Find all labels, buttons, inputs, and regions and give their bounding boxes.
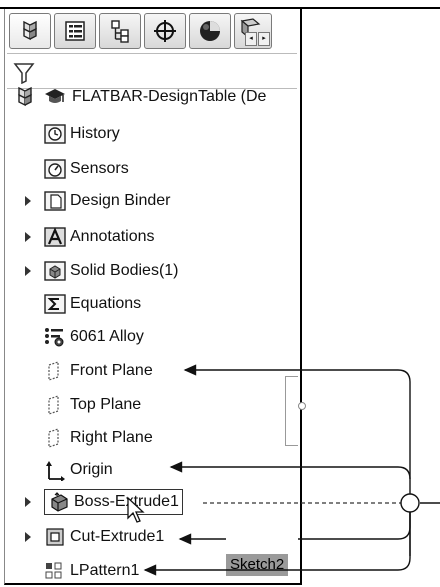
feature-manager-tab[interactable] xyxy=(9,13,51,49)
tree-item-label: LPattern1 xyxy=(70,562,140,579)
mouse-cursor-icon xyxy=(127,496,145,523)
annotations-icon xyxy=(44,226,66,248)
sketch2-callout-label: Sketch2 xyxy=(226,554,289,576)
tree-item-label: Equations xyxy=(70,295,142,312)
configuration-manager-tab[interactable] xyxy=(99,13,141,49)
tree-item-material[interactable]: 6061 Alloy xyxy=(44,322,144,352)
tree-item-right-plane[interactable]: Right Plane xyxy=(44,423,153,453)
tree-item-label: Cut-Extrude1 xyxy=(70,528,165,545)
property-manager-icon xyxy=(65,21,85,41)
tree-root-label: FLATBAR-DesignTable (De xyxy=(72,88,267,105)
boss-extrude-selection[interactable]: Boss-Extrude1 xyxy=(44,489,183,515)
panel-splitter-handle[interactable] xyxy=(298,402,306,410)
part-icon xyxy=(12,86,38,108)
expand-arrow-boss-extrude[interactable] xyxy=(25,497,31,507)
tree-item-design-binder[interactable]: Design Binder xyxy=(44,186,171,216)
callout-line-sketch2-to-junction xyxy=(298,512,411,540)
tree-item-sensors[interactable]: Sensors xyxy=(44,154,129,184)
tree-item-origin[interactable]: Origin xyxy=(44,455,113,485)
tree-root-part[interactable]: FLATBAR-DesignTable (De xyxy=(12,82,266,112)
tab-scroll-right-button[interactable]: ▸ xyxy=(258,32,270,46)
plane-icon xyxy=(44,427,66,449)
filter-icon[interactable] xyxy=(13,62,35,84)
tree-item-top-plane[interactable]: Top Plane xyxy=(44,390,141,420)
plane-icon xyxy=(44,360,66,382)
cut-extrude-icon xyxy=(44,526,66,548)
feature-manager-icon xyxy=(23,20,37,41)
property-manager-tab[interactable] xyxy=(54,13,96,49)
material-icon xyxy=(44,326,66,348)
tree-item-label: 6061 Alloy xyxy=(70,328,144,345)
linear-pattern-icon xyxy=(44,560,66,582)
tree-item-label: History xyxy=(70,125,120,142)
sensors-icon xyxy=(44,158,66,180)
tree-item-annotations[interactable]: Annotations xyxy=(44,222,155,252)
manager-tabs: ◂ ▸ xyxy=(9,13,272,49)
design-table-icon xyxy=(42,86,68,108)
tree-item-solid-bodies[interactable]: Solid Bodies(1) xyxy=(44,256,179,286)
tree-item-label: Sensors xyxy=(70,160,129,177)
expand-arrow-design-binder[interactable] xyxy=(25,196,31,206)
expand-arrow-solid-bodies[interactable] xyxy=(25,266,31,276)
tree-item-label: Annotations xyxy=(70,228,155,245)
tree-item-boss-extrude[interactable]: Boss-Extrude1 xyxy=(44,487,183,517)
expand-arrow-annotations[interactable] xyxy=(25,232,31,242)
tree-item-lpattern[interactable]: LPattern1 xyxy=(44,556,139,586)
history-icon xyxy=(44,123,66,145)
feature-manager-screenshot: ◂ ▸ FLATBAR-DesignTable (De History Sens… xyxy=(0,0,440,587)
display-manager-icon xyxy=(200,21,220,41)
tree-item-equations[interactable]: Equations xyxy=(44,289,141,319)
dimxpert-manager-icon xyxy=(154,20,176,42)
origin-icon xyxy=(44,459,66,481)
tree-item-label: Front Plane xyxy=(70,362,153,379)
tree-item-cut-extrude[interactable]: Cut-Extrude1 xyxy=(44,522,164,552)
tab-scroll-left-button[interactable]: ◂ xyxy=(245,32,257,46)
tree-item-label: Top Plane xyxy=(70,396,142,413)
panel-splitter-notch[interactable] xyxy=(285,376,298,446)
equations-icon xyxy=(44,293,66,315)
tree-item-history[interactable]: History xyxy=(44,119,120,149)
callout-junction-circle xyxy=(400,493,420,513)
tree-item-label: Right Plane xyxy=(70,429,153,446)
configuration-manager-icon xyxy=(111,20,129,43)
expand-arrow-cut-extrude[interactable] xyxy=(25,532,31,542)
display-manager-tab[interactable] xyxy=(189,13,231,49)
tree-item-label: Design Binder xyxy=(70,192,171,209)
cam-manager-tab[interactable]: ◂ ▸ xyxy=(234,13,272,49)
plane-icon xyxy=(44,394,66,416)
design-binder-icon xyxy=(44,190,66,212)
tab-scroll-arrows: ◂ ▸ xyxy=(245,32,270,46)
dimxpert-manager-tab[interactable] xyxy=(144,13,186,49)
solid-bodies-icon xyxy=(44,260,66,282)
tree-item-front-plane[interactable]: Front Plane xyxy=(44,356,153,386)
tree-item-label: Origin xyxy=(70,461,113,478)
boss-extrude-icon xyxy=(48,491,70,513)
tree-item-label: Solid Bodies(1) xyxy=(70,262,179,279)
